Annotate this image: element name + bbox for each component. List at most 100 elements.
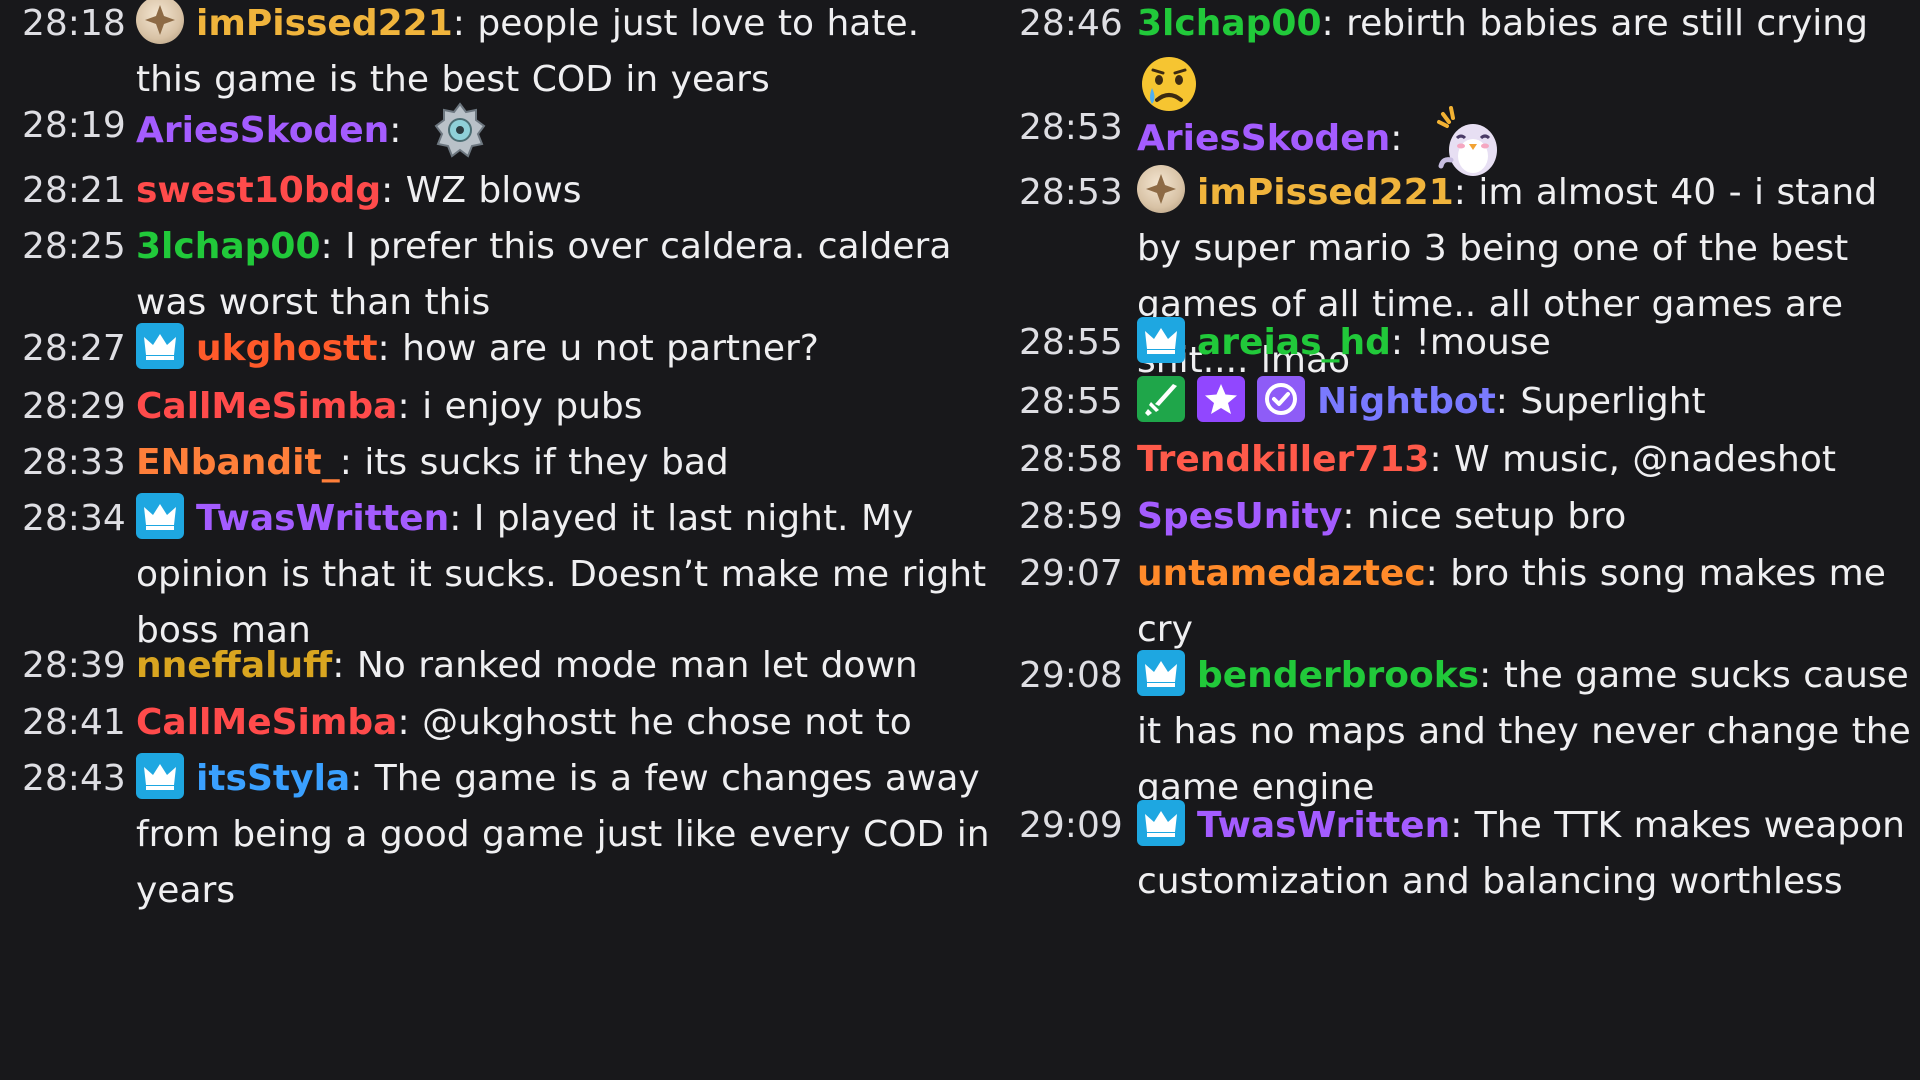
message-body: ukghostt: how are u not partner?: [136, 321, 990, 377]
chat-username[interactable]: swest10bdg: [136, 170, 381, 211]
message-text: rebirth babies are still crying: [1346, 3, 1868, 44]
sword-icon[interactable]: [1137, 376, 1185, 422]
message-timestamp: 28:29: [22, 386, 126, 427]
message-body: AriesSkoden:: [136, 98, 990, 162]
message-body: untamedaztec: bro this song makes me cry: [1137, 546, 1920, 658]
crown-icon[interactable]: [136, 753, 184, 799]
username-separator: :: [1321, 3, 1347, 44]
username-separator: :: [1453, 172, 1479, 213]
username-separator: :: [397, 386, 423, 427]
chat-username[interactable]: SpesUnity: [1137, 496, 1342, 537]
chat-username[interactable]: 3lchap00: [136, 226, 321, 267]
message-body: CallMeSimba: @ukghostt he chose not to: [136, 695, 990, 751]
chat-username[interactable]: Trendkiller713: [1137, 439, 1429, 480]
chat-username[interactable]: TwasWritten: [1197, 805, 1450, 846]
username-separator: :: [389, 110, 414, 151]
gold-medal-icon[interactable]: [1137, 165, 1185, 213]
message-timestamp: 28:46: [1019, 3, 1123, 44]
chat-username[interactable]: imPissed221: [1197, 172, 1454, 213]
message-body: SpesUnity: nice setup bro: [1137, 489, 1920, 545]
chat-username[interactable]: nneffaluff: [136, 645, 332, 686]
chat-username[interactable]: CallMeSimba: [136, 386, 397, 427]
message-body: nneffaluff: No ranked mode man let down: [136, 638, 990, 694]
star-icon[interactable]: [1197, 376, 1245, 422]
username-separator: :: [1495, 381, 1521, 422]
chat-username[interactable]: AriesSkoden: [1137, 118, 1390, 159]
chat-username[interactable]: TwasWritten: [196, 498, 449, 539]
username-separator: :: [320, 226, 346, 267]
username-separator: :: [350, 758, 375, 799]
chat-username[interactable]: AriesSkoden: [136, 110, 389, 151]
chat-username[interactable]: ukghostt: [196, 328, 378, 369]
message-text: nice setup bro: [1367, 496, 1627, 537]
chat-username[interactable]: 3lchap00: [1137, 3, 1322, 44]
username-separator: :: [452, 3, 478, 44]
chat-username[interactable]: Nightbot: [1317, 381, 1496, 422]
chat-username[interactable]: CallMeSimba: [136, 702, 397, 743]
message-timestamp: 28:55: [1019, 322, 1123, 363]
message-body: 3lchap00: rebirth babies are still cryin…: [1137, 0, 1920, 111]
message-timestamp: 29:08: [1019, 655, 1123, 696]
username-separator: :: [1425, 553, 1451, 594]
crown-icon[interactable]: [1137, 317, 1185, 363]
username-separator: :: [1450, 805, 1475, 846]
message-body: TwasWritten: I played it last night. My …: [136, 491, 990, 659]
chat-username[interactable]: areias_hd: [1197, 322, 1391, 363]
message-timestamp: 28:53: [1019, 107, 1123, 148]
chat-username[interactable]: itsStyla: [196, 758, 350, 799]
message-body: itsStyla: The game is a few changes away…: [136, 751, 990, 919]
message-body: swest10bdg: WZ blows: [136, 163, 990, 219]
username-separator: :: [1390, 322, 1416, 363]
message-body: TwasWritten: The TTK makes weapon custom…: [1137, 798, 1920, 910]
message-timestamp: 28:27: [22, 328, 126, 369]
message-timestamp: 28:59: [1019, 496, 1123, 537]
message-body: Nightbot: Superlight: [1137, 374, 1920, 430]
message-text: No ranked mode man let down: [356, 645, 918, 686]
gold-medal-icon[interactable]: [136, 0, 184, 44]
chat-username[interactable]: benderbrooks: [1197, 655, 1479, 696]
chat-username[interactable]: untamedaztec: [1137, 553, 1426, 594]
message-text: W music, @nadeshot: [1454, 439, 1836, 480]
message-body: CallMeSimba: i enjoy pubs: [136, 379, 990, 435]
username-separator: :: [339, 442, 365, 483]
crown-icon[interactable]: [136, 323, 184, 369]
message-body: Trendkiller713: W music, @nadeshot: [1137, 432, 1920, 488]
message-body: 3lchap00: I prefer this over caldera. ca…: [136, 219, 990, 331]
message-text: !mouse: [1415, 322, 1551, 363]
username-separator: :: [397, 702, 423, 743]
username-separator: :: [381, 170, 406, 211]
message-timestamp: 28:39: [22, 645, 126, 686]
message-body: imPissed221: people just love to hate. t…: [136, 0, 990, 108]
crown-icon[interactable]: [136, 493, 184, 539]
message-timestamp: 28:43: [22, 758, 126, 799]
message-text: i enjoy pubs: [422, 386, 643, 427]
message-timestamp: 28:41: [22, 702, 126, 743]
username-separator: :: [449, 498, 474, 539]
message-timestamp: 28:33: [22, 442, 126, 483]
crown-icon[interactable]: [1137, 800, 1185, 846]
message-timestamp: 28:21: [22, 170, 126, 211]
message-text: how are u not partner?: [402, 328, 819, 369]
message-timestamp: 28:55: [1019, 381, 1123, 422]
chat-username[interactable]: ENbandit_: [136, 442, 340, 483]
username-separator: :: [1479, 655, 1504, 696]
message-timestamp: 28:18: [22, 3, 126, 44]
chat-username[interactable]: imPissed221: [196, 3, 453, 44]
message-text: its sucks if they bad: [364, 442, 729, 483]
message-timestamp: 28:25: [22, 226, 126, 267]
message-body: ENbandit_: its sucks if they bad: [136, 435, 990, 491]
username-separator: :: [377, 328, 403, 369]
message-timestamp: 29:07: [1019, 553, 1123, 594]
message-timestamp: 28:34: [22, 498, 126, 539]
verified-icon[interactable]: [1257, 376, 1305, 422]
penguin-emote[interactable]: [1415, 106, 1509, 176]
message-text: @ukghostt he chose not to: [422, 702, 912, 743]
message-timestamp: 28:58: [1019, 439, 1123, 480]
message-text: WZ blows: [405, 170, 582, 211]
username-separator: :: [1390, 118, 1415, 159]
message-timestamp: 28:19: [22, 105, 126, 146]
message-timestamp: 29:09: [1019, 805, 1123, 846]
message-body: areias_hd: !mouse: [1137, 315, 1920, 371]
gear-robot-emote[interactable]: [414, 102, 492, 158]
crown-icon[interactable]: [1137, 650, 1185, 696]
